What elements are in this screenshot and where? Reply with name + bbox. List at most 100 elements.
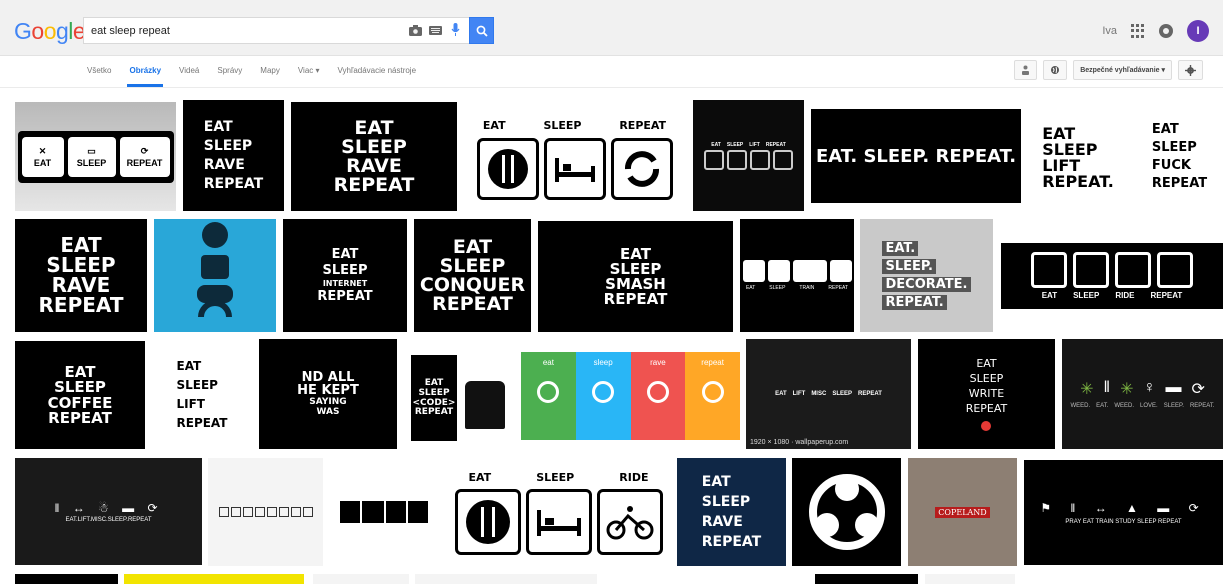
username[interactable]: Iva — [1102, 25, 1117, 37]
camera-icon[interactable] — [408, 23, 422, 37]
image-result[interactable]: EAT SLEEP REPEAT — [464, 112, 685, 207]
tab-4[interactable]: Mapy — [251, 56, 289, 86]
image-result[interactable]: EAT SLEEP TRAIN REPEAT — [740, 219, 854, 332]
notifications-icon[interactable] — [1159, 24, 1173, 38]
image-result[interactable]: EAT SLEEP RAVE REPEAT — [183, 100, 284, 211]
logo-letter: G — [14, 18, 32, 44]
image-result[interactable]: EAT SLEEP LIFT REPEAT — [693, 100, 804, 211]
right-tools: Bezpečné vyhľadávanie ▾ — [1014, 60, 1203, 80]
image-result[interactable]: EAT SLEEP CONQUER REPEAT — [414, 219, 531, 332]
image-result[interactable] — [208, 458, 323, 566]
tab-1[interactable]: Obrázky — [120, 56, 170, 87]
repeat-icon — [773, 149, 793, 170]
image-text: EAT. — [882, 241, 919, 256]
image-text: SLEEP — [1073, 291, 1100, 300]
image-result[interactable] — [815, 574, 918, 584]
image-text: SLEEP — [769, 285, 786, 291]
image-text: EAT — [354, 116, 394, 139]
tab-0[interactable]: Všetko — [78, 56, 120, 86]
image-result[interactable]: ⚑ ‖ ↔ ▲ ▬ ⟳ PRAY EAT TRAIN STUDY SLEEP R… — [1024, 460, 1223, 565]
image-text: EAT — [701, 474, 731, 490]
image-result[interactable]: EAT SLEEP SMASH REPEAT — [538, 221, 733, 332]
bed-icon — [727, 149, 747, 170]
image-text: SAYING — [309, 397, 347, 408]
image-result[interactable] — [792, 458, 901, 566]
image-text: LIFT — [749, 141, 760, 148]
image-text: RIDE — [619, 470, 649, 484]
image-text: EAT — [424, 378, 444, 389]
image-result[interactable]: EAT SLEEP RAVE REPEAT — [15, 219, 147, 332]
safe-search-button[interactable]: Bezpečné vyhľadávanie ▾ — [1073, 60, 1172, 80]
image-text: REPEAT — [603, 290, 668, 309]
image-result[interactable] — [154, 219, 276, 332]
image-result[interactable] — [925, 574, 1015, 584]
image-result[interactable] — [15, 574, 118, 584]
image-text: EAT — [64, 363, 96, 381]
image-result[interactable]: ✳ ‖ ✳ ♀ ▬ ⟳ WEED. EAT. WEED. LOVE. SLEEP. REP… — [1062, 339, 1223, 449]
upload-button[interactable] — [1014, 60, 1038, 80]
image-text: REPEAT — [619, 119, 667, 132]
mic-icon[interactable] — [448, 23, 462, 37]
image-text: SLEEP — [1042, 139, 1098, 159]
image-result[interactable]: eat sleep rave repeat — [521, 352, 740, 440]
image-text: EAT — [1151, 122, 1179, 137]
image-result[interactable]: ✕ EAT ▭ SLEEP ⟳ REPEAT — [15, 102, 176, 211]
image-text: REPEAT. — [882, 295, 947, 310]
image-result[interactable]: EAT SLEEP RIDE — [446, 460, 671, 565]
image-text: REPEAT — [203, 176, 264, 192]
image-result[interactable]: ‖ ↔ ☃ ▬ ⟳ EAT.LIFT.MISC.SLEEP.REPEAT — [15, 458, 202, 565]
image-text: SLEEP — [418, 387, 450, 398]
tab-5[interactable]: Viac ▾ — [289, 56, 329, 86]
image-result[interactable]: EAT LIFT MISC SLEEP REPEAT 1920 × 1080 ·… — [746, 339, 911, 449]
image-result[interactable] — [329, 458, 439, 566]
color-block-label: sleep — [593, 358, 613, 367]
google-logo[interactable]: Google — [14, 18, 86, 44]
image-result[interactable]: EAT SLEEP INTERNET REPEAT — [283, 219, 407, 332]
search-icon — [476, 25, 488, 37]
image-text: REPEAT — [126, 157, 163, 168]
apps-grid-icon[interactable] — [1131, 24, 1145, 38]
image-result[interactable]: EAT SLEEP RAVE REPEAT — [677, 458, 786, 566]
image-result[interactable]: EAT SLEEP <CODE> REPEAT — [405, 343, 515, 449]
image-result[interactable]: EAT SLEEP LIFT REPEAT — [152, 339, 252, 449]
image-result[interactable]: EAT SLEEP COFFEE REPEAT — [15, 341, 145, 449]
image-result[interactable] — [313, 574, 409, 584]
image-result[interactable]: ND ALL HE KEPT SAYING WAS — [259, 339, 397, 449]
motorbike-icon — [1115, 252, 1151, 288]
tab-3[interactable]: Správy — [208, 56, 251, 86]
block-icon — [646, 381, 669, 403]
image-result[interactable]: EAT SLEEP RIDE REPEAT — [1001, 243, 1223, 309]
image-text: SLEEP — [536, 470, 575, 484]
avatar[interactable]: I — [1187, 20, 1209, 42]
image-result[interactable]: EAT SLEEP FUCK REPEAT — [1136, 102, 1223, 211]
settings-button[interactable] — [1178, 60, 1203, 80]
image-text: LIFT — [176, 396, 206, 411]
robot-art-icon — [197, 221, 233, 317]
image-result[interactable]: EAT. SLEEP. DECORATE. REPEAT. — [860, 219, 993, 332]
image-result[interactable] — [415, 574, 597, 584]
search-button[interactable] — [469, 17, 494, 44]
tab-2[interactable]: Videá — [170, 56, 208, 86]
image-result[interactable]: EAT SLEEP LIFT REPEAT. — [1027, 104, 1129, 211]
logo-letter: o — [31, 18, 44, 44]
image-text: WEED. — [1114, 403, 1135, 409]
image-result[interactable]: EAT SLEEP WRITE REPEAT — [918, 339, 1055, 449]
image-text: SLEEP — [76, 157, 107, 168]
sweatshirt-image — [465, 381, 505, 429]
image-text: EAT. — [1096, 403, 1109, 409]
image-text: SLEEP — [341, 135, 407, 158]
icon-glyph: ✕ — [38, 145, 47, 156]
image-text: REPEAT — [1150, 291, 1183, 300]
image-result[interactable]: EAT SLEEP RAVE REPEAT — [291, 102, 457, 211]
image-result[interactable] — [124, 574, 304, 584]
color-block: eat — [521, 352, 576, 440]
keyboard-icon[interactable] — [428, 23, 442, 37]
globe-button[interactable] — [1043, 60, 1068, 80]
image-result[interactable]: COPELAND — [908, 458, 1017, 566]
image-result[interactable]: EAT. SLEEP. REPEAT. — [811, 109, 1021, 203]
person-icon — [1022, 65, 1030, 75]
image-text: INTERNET — [322, 279, 368, 288]
tab-6[interactable]: Vyhľadávacie nástroje — [329, 56, 426, 86]
color-block: rave — [630, 352, 686, 440]
icon-glyph: ▭ — [87, 145, 96, 156]
